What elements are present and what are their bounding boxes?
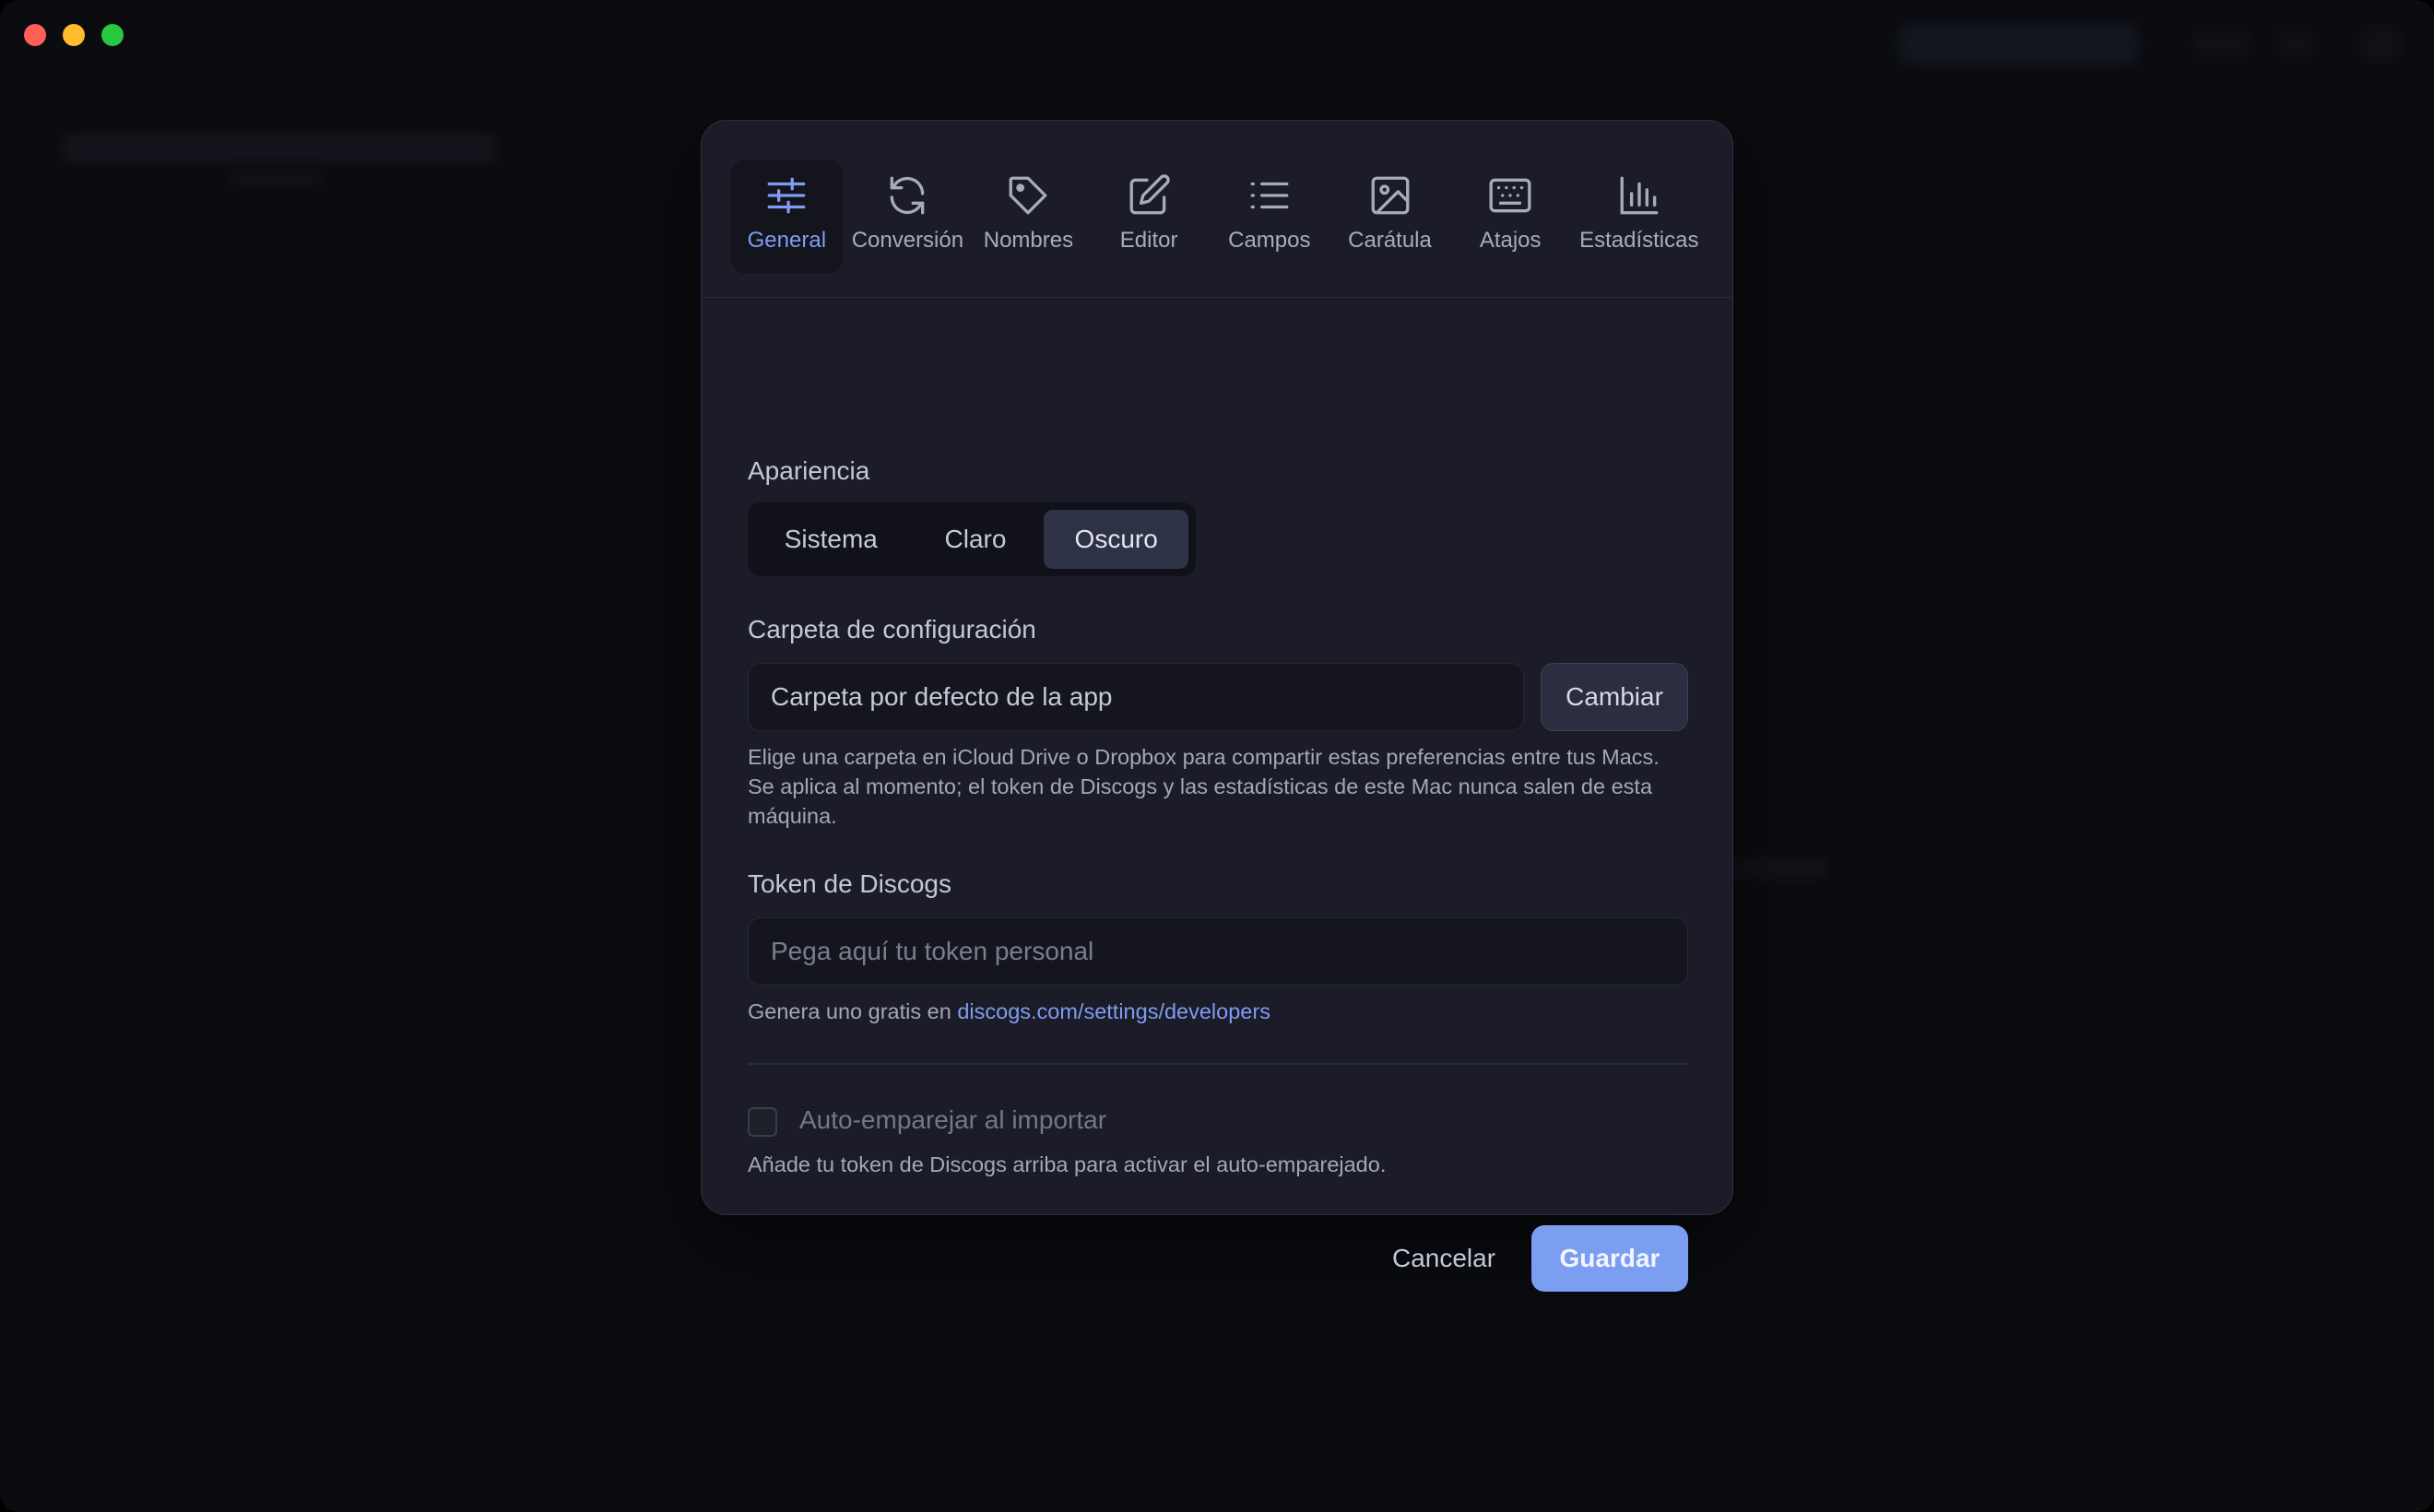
discogs-token-input[interactable]: Pega aquí tu token personal (748, 917, 1688, 986)
tab-label: Estadísticas (1579, 228, 1699, 253)
keyboard-icon (1489, 178, 1531, 213)
minimize-window-button[interactable] (63, 24, 85, 46)
tab-label: Atajos (1479, 228, 1542, 253)
save-button[interactable]: Guardar (1531, 1225, 1688, 1292)
background-title (63, 135, 496, 162)
bar-chart-icon (1620, 176, 1659, 215)
tab-label: Nombres (983, 228, 1074, 253)
auto-match-checkbox[interactable] (748, 1107, 777, 1137)
discogs-token-label: Token de Discogs (748, 869, 952, 898)
background-text (1724, 857, 1826, 880)
tab-names[interactable]: Nombres (973, 159, 1084, 274)
settings-tabs: General Conversión Nombres Editor Campos… (702, 121, 1732, 298)
background-toolbar-chip (2194, 30, 2250, 57)
config-folder-label: Carpeta de configuración (748, 615, 1036, 644)
image-icon (1371, 176, 1409, 215)
background-toolbar-chip (2360, 26, 2401, 63)
appearance-label: Apariencia (748, 456, 870, 485)
settings-dialog: General Conversión Nombres Editor Campos… (701, 120, 1733, 1292)
config-folder-help: Elige una carpeta en iCloud Drive o Drop… (748, 745, 1660, 828)
sliders-icon (767, 177, 806, 214)
tab-shortcuts[interactable]: Atajos (1455, 159, 1566, 274)
tab-conversion[interactable]: Conversión (852, 159, 963, 274)
background-toolbar-button (1899, 24, 2139, 65)
tab-fields[interactable]: Campos (1213, 159, 1325, 274)
tab-label: Campos (1228, 228, 1311, 253)
tab-statistics[interactable]: Estadísticas (1576, 159, 1703, 274)
tag-icon (1010, 176, 1047, 215)
discogs-developers-link[interactable]: discogs.com/settings/developers (957, 999, 1270, 1023)
section-divider (748, 1063, 1688, 1065)
edit-icon (1129, 174, 1170, 215)
tab-cover[interactable]: Carátula (1334, 159, 1446, 274)
tab-label: Carátula (1348, 228, 1432, 253)
tab-general[interactable]: General (731, 159, 843, 274)
background-subtitle (230, 171, 323, 186)
discogs-token-help: Genera uno gratis en discogs.com/setting… (748, 997, 1270, 1026)
tab-label: Conversión (851, 228, 964, 253)
window-controls (24, 24, 124, 46)
list-icon (1250, 182, 1289, 209)
close-window-button[interactable] (24, 24, 46, 46)
background-toolbar-chip (2277, 30, 2314, 57)
auto-match-help: Añade tu token de Discogs arriba para ac… (748, 1152, 1387, 1176)
appearance-selector: Sistema Claro Oscuro (748, 502, 1196, 576)
discogs-token-help-text: Genera uno gratis en (748, 999, 951, 1023)
refresh-icon (891, 176, 925, 215)
appearance-option-system[interactable]: Sistema (755, 510, 907, 569)
appearance-option-dark[interactable]: Oscuro (1044, 510, 1188, 569)
config-folder-field[interactable]: Carpeta por defecto de la app (748, 663, 1524, 731)
auto-match-label: Auto-emparejar al importar (799, 1105, 1107, 1134)
cancel-button[interactable]: Cancelar (1356, 1225, 1531, 1292)
appearance-option-light[interactable]: Claro (911, 510, 1041, 569)
tab-label: General (747, 228, 827, 253)
tab-editor[interactable]: Editor (1093, 159, 1205, 274)
maximize-window-button[interactable] (101, 24, 124, 46)
change-folder-button[interactable]: Cambiar (1541, 663, 1688, 731)
tab-label: Editor (1119, 228, 1178, 253)
app-window: General Conversión Nombres Editor Campos… (0, 0, 2434, 1512)
